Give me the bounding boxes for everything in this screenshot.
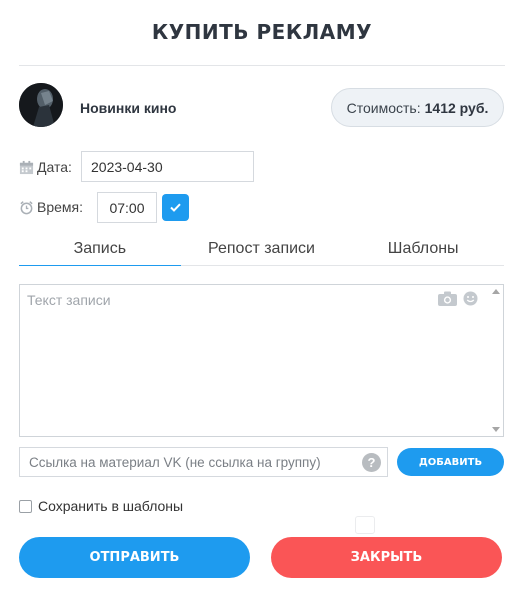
camera-icon[interactable]: [438, 291, 457, 306]
save-template-row[interactable]: Сохранить в шаблоны: [19, 498, 183, 514]
scroll-up-arrow[interactable]: [492, 289, 500, 294]
help-icon[interactable]: ?: [362, 453, 381, 472]
add-link-button[interactable]: ДОБАВИТЬ: [397, 448, 504, 476]
alarm-clock-icon: [20, 200, 33, 214]
tab-templates[interactable]: Шаблоны: [342, 232, 504, 265]
tab-post[interactable]: Запись: [19, 232, 181, 266]
cost-badge: Стоимость: 1412 руб.: [331, 88, 504, 127]
post-toolbar: [438, 291, 478, 306]
date-label-text: Дата:: [37, 159, 72, 175]
save-template-label: Сохранить в шаблоны: [38, 498, 184, 514]
cost-value: 1412 руб.: [424, 99, 489, 116]
title-divider: [19, 65, 505, 66]
scroll-down-arrow[interactable]: [492, 427, 500, 432]
group-avatar: [19, 83, 63, 127]
vk-link-placeholder: Ссылка на материал VK (не ссылка на груп…: [29, 454, 321, 470]
group-name: Новинки кино: [80, 100, 177, 116]
vk-link-input[interactable]: Ссылка на материал VK (не ссылка на груп…: [19, 447, 388, 477]
save-template-checkbox[interactable]: [19, 499, 32, 513]
post-scrollbar[interactable]: [489, 285, 503, 436]
calendar-icon: [19, 160, 34, 174]
time-label-text: Время:: [37, 199, 84, 215]
time-label: Время:: [19, 199, 83, 215]
post-tabs: Запись Репост записи Шаблоны: [19, 232, 504, 266]
modal-title: КУПИТЬ РЕКЛАМУ: [151, 20, 373, 44]
cost-label: Стоимость:: [346, 99, 421, 116]
date-label: Дата:: [19, 159, 72, 175]
post-text-area[interactable]: Текст записи: [19, 284, 504, 437]
send-button[interactable]: ОТПРАВИТЬ: [19, 537, 250, 578]
watermark-logo: [355, 516, 375, 534]
tab-repost[interactable]: Репост записи: [181, 232, 343, 265]
post-text-placeholder: Текст записи: [27, 292, 111, 308]
time-input[interactable]: 07:00: [97, 192, 157, 223]
date-input[interactable]: 2023-04-30: [81, 151, 254, 182]
smiley-icon[interactable]: [463, 291, 478, 306]
watermark: [355, 516, 375, 534]
time-confirm-button[interactable]: [162, 194, 189, 221]
close-button[interactable]: ЗАКРЫТЬ: [271, 537, 502, 578]
checkmark-icon: [170, 203, 181, 212]
